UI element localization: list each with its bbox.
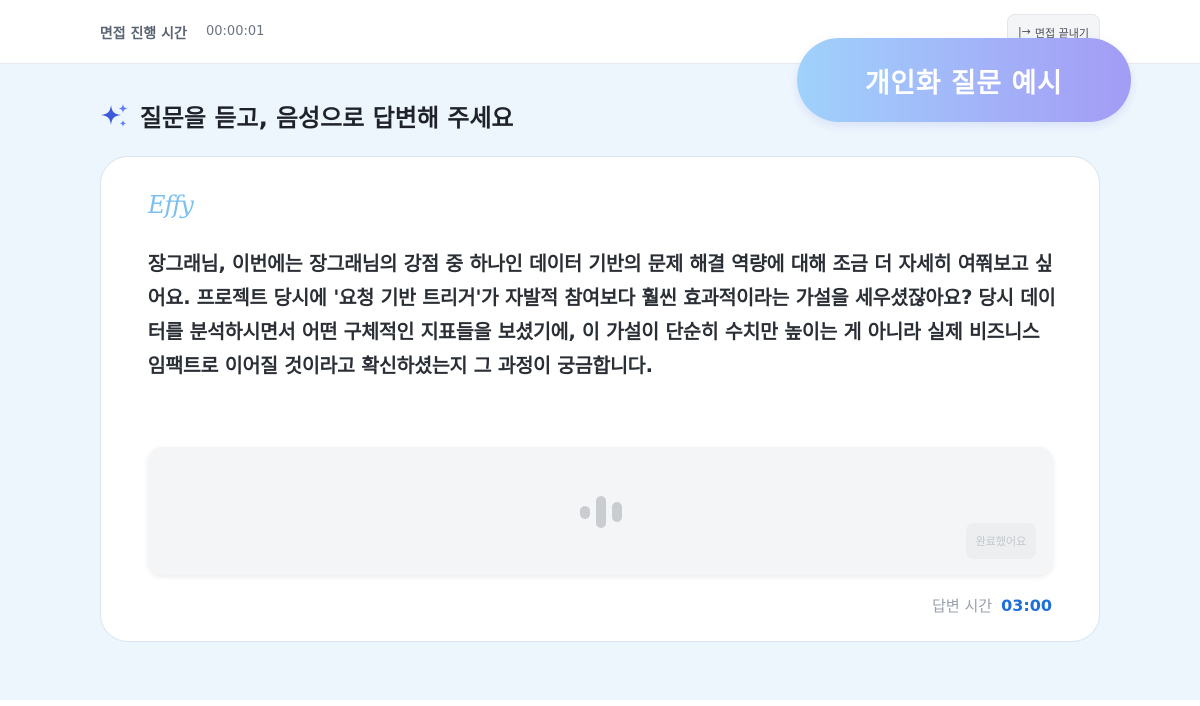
badge-label: 개인화 질문 예시: [865, 67, 1063, 99]
personalized-question-badge: 개인화 질문 예시: [797, 38, 1131, 122]
interview-timer-value: 00:00:01: [206, 24, 265, 39]
brand-logo: Effy: [148, 191, 194, 219]
bottom-strip: [0, 700, 1200, 706]
voice-answer-box[interactable]: 완료했어요: [148, 447, 1053, 575]
sparkle-icon: [100, 101, 130, 131]
page-heading: 질문을 듣고, 음성으로 답변해 주세요: [100, 98, 514, 133]
done-button[interactable]: 완료했어요: [966, 523, 1036, 559]
answer-time-label: 답변 시간: [932, 597, 993, 615]
heading-text: 질문을 듣고, 음성으로 답변해 주세요: [140, 104, 514, 132]
audio-wave-icon: [580, 496, 622, 528]
answer-time-value: 03:00: [1001, 596, 1052, 615]
question-card: Effy 장그래님, 이번에는 장그래님의 강점 중 하나인 데이터 기반의 문…: [100, 156, 1100, 642]
exit-icon: |→: [1017, 25, 1031, 38]
answer-time: 답변 시간 03:00: [932, 595, 1052, 616]
interview-timer-label: 면접 진행 시간: [100, 26, 188, 42]
question-text: 장그래님, 이번에는 장그래님의 강점 중 하나인 데이터 기반의 문제 해결 …: [148, 252, 1056, 377]
